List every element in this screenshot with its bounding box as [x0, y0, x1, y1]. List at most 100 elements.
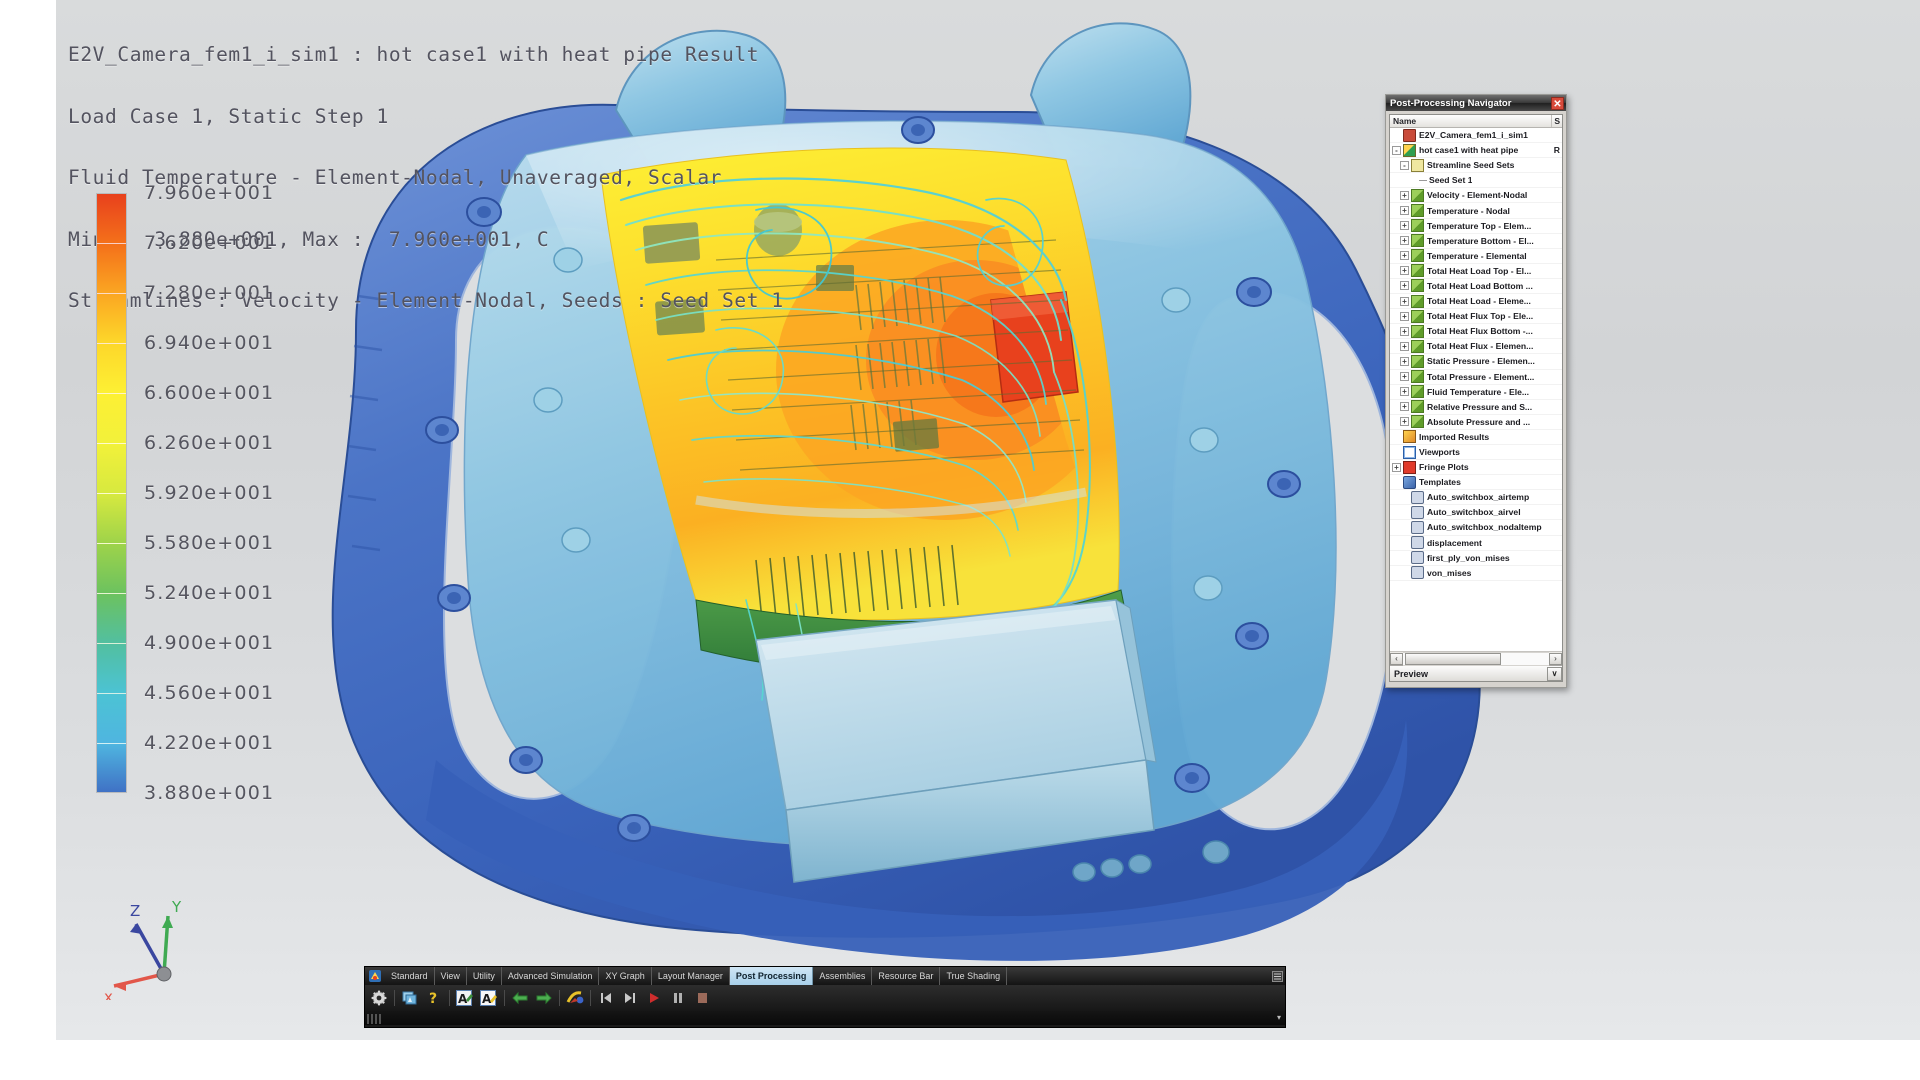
- toolbar-tab-post-processing[interactable]: Post Processing: [729, 967, 814, 985]
- expand-icon[interactable]: +: [1400, 190, 1409, 200]
- tree-item[interactable]: Imported Results: [1390, 430, 1562, 445]
- post-processing-navigator-window[interactable]: Post-Processing Navigator ✕ Name S E2V_C…: [1385, 94, 1567, 688]
- tree-item[interactable]: + Relative Pressure and S...: [1390, 400, 1562, 415]
- tree-item[interactable]: + Velocity - Element-Nodal: [1390, 188, 1562, 204]
- tree-item[interactable]: displacement: [1390, 536, 1562, 551]
- expand-icon[interactable]: +: [1400, 417, 1409, 427]
- tree-item[interactable]: + Static Pressure - Elemen...: [1390, 354, 1562, 370]
- tree-item[interactable]: + Fringe Plots: [1390, 460, 1562, 476]
- toolbar-tab-resource-bar[interactable]: Resource Bar: [872, 967, 941, 985]
- tree-item[interactable]: first_ply_von_mises: [1390, 551, 1562, 566]
- expand-icon[interactable]: +: [1400, 372, 1409, 382]
- stop-icon[interactable]: [690, 987, 714, 1009]
- expand-icon[interactable]: +: [1400, 281, 1409, 291]
- color-legend[interactable]: 7.960e+001 7.620e+001 7.280e+001 6.940e+001…: [96, 182, 326, 804]
- legend-band: [97, 294, 126, 344]
- tree-item[interactable]: + Temperature - Nodal: [1390, 203, 1562, 219]
- color-legend-bar[interactable]: [96, 193, 127, 793]
- tree-item[interactable]: Auto_switchbox_nodaltemp: [1390, 520, 1562, 536]
- toolbar-tab-assemblies[interactable]: Assemblies: [813, 967, 873, 985]
- expand-icon[interactable]: +: [1400, 206, 1409, 216]
- expand-icon[interactable]: +: [1400, 356, 1409, 366]
- annotation-edit-icon[interactable]: A: [453, 987, 477, 1009]
- annotation-new-icon[interactable]: A: [477, 987, 501, 1009]
- navigator-preview-section[interactable]: Preview ∨: [1390, 665, 1562, 681]
- expand-icon[interactable]: +: [1400, 251, 1409, 261]
- close-icon[interactable]: ✕: [1551, 96, 1564, 110]
- collapse-icon[interactable]: -: [1392, 145, 1401, 155]
- toolbar-icon-row[interactable]: ? A A: [365, 985, 1285, 1011]
- help-question-icon[interactable]: ?: [422, 987, 446, 1009]
- toolbar-tab-utility[interactable]: Utility: [467, 967, 502, 985]
- expand-icon[interactable]: +: [1400, 341, 1409, 351]
- tree-item[interactable]: + Total Heat Flux Top - Ele...: [1390, 309, 1562, 325]
- toolbar-tab-layout-manager[interactable]: Layout Manager: [652, 967, 730, 985]
- legend-band: [97, 694, 126, 744]
- scrollbar-thumb[interactable]: [1405, 652, 1501, 665]
- tree-item[interactable]: + Total Heat Load Bottom ...: [1390, 279, 1562, 295]
- expand-icon[interactable]: +: [1400, 326, 1409, 336]
- navigator-tree[interactable]: E2V_Camera_fem1_i_sim1- hot case1 with he…: [1390, 128, 1562, 651]
- tree-item[interactable]: Auto_switchbox_airtemp: [1390, 490, 1562, 506]
- scroll-left-icon[interactable]: ‹: [1390, 652, 1403, 665]
- toolbar-tab-view[interactable]: View: [435, 967, 467, 985]
- tree-item[interactable]: + Temperature Top - Elem...: [1390, 219, 1562, 234]
- tree-item[interactable]: + Total Heat Load - Eleme...: [1390, 294, 1562, 310]
- navigator-titlebar[interactable]: Post-Processing Navigator ✕: [1386, 95, 1566, 111]
- expand-icon[interactable]: +: [1400, 311, 1409, 321]
- tree-item[interactable]: Viewports: [1390, 445, 1562, 461]
- skip-to-end-icon[interactable]: [618, 987, 642, 1009]
- tree-item[interactable]: Seed Set 1: [1390, 173, 1562, 189]
- settings-gear-icon[interactable]: [367, 987, 391, 1009]
- toolbar-separator: [449, 990, 450, 1006]
- tree-item[interactable]: + Total Heat Load Top - El...: [1390, 264, 1562, 279]
- pause-icon[interactable]: [666, 987, 690, 1009]
- toolbar-options-icon[interactable]: [1269, 967, 1285, 985]
- expand-icon[interactable]: +: [1392, 462, 1401, 472]
- expand-icon[interactable]: +: [1400, 387, 1409, 397]
- graphics-viewport[interactable]: E2V_Camera_fem1_i_sim1 : hot case1 with …: [56, 0, 1920, 1040]
- solution-icon: [1403, 143, 1416, 157]
- tree-item[interactable]: + Total Pressure - Element...: [1390, 370, 1562, 385]
- column-divider[interactable]: [1551, 115, 1552, 127]
- tree-item[interactable]: + Absolute Pressure and ...: [1390, 415, 1562, 430]
- expand-icon[interactable]: +: [1400, 221, 1409, 231]
- navigator-column-header[interactable]: Name S: [1390, 115, 1562, 128]
- navigator-horizontal-scrollbar[interactable]: ‹ ›: [1390, 651, 1562, 666]
- template-icon: [1411, 566, 1424, 580]
- expand-icon[interactable]: +: [1400, 402, 1409, 412]
- tree-item[interactable]: - Streamline Seed Sets: [1390, 158, 1562, 174]
- tree-item[interactable]: + Total Heat Flux - Elemen...: [1390, 339, 1562, 355]
- tree-item[interactable]: von_mises: [1390, 566, 1562, 581]
- toolbar-tab-xy-graph[interactable]: XY Graph: [599, 967, 652, 985]
- skip-to-start-icon[interactable]: [594, 987, 618, 1009]
- previous-result-icon[interactable]: [508, 987, 532, 1009]
- tree-item[interactable]: + Temperature Bottom - El...: [1390, 234, 1562, 249]
- scrollbar-track[interactable]: [1403, 651, 1549, 666]
- toolbar-overflow-caret-icon[interactable]: ▾: [1277, 1013, 1281, 1022]
- collapse-icon[interactable]: -: [1400, 160, 1409, 170]
- seed-set-icon: [1419, 179, 1427, 181]
- tree-item[interactable]: + Fluid Temperature - Ele...: [1390, 385, 1562, 400]
- tree-item[interactable]: + Total Heat Flux Bottom -...: [1390, 324, 1562, 340]
- toolbar-tab-true-shading[interactable]: True Shading: [940, 967, 1008, 985]
- tree-item[interactable]: Auto_switchbox_airvel: [1390, 505, 1562, 521]
- tree-item[interactable]: E2V_Camera_fem1_i_sim1: [1390, 128, 1562, 144]
- tree-item[interactable]: Templates: [1390, 475, 1562, 491]
- toolbar-tab-row[interactable]: Standard View Utility Advanced Simulation XY…: [365, 967, 1285, 985]
- expand-icon[interactable]: +: [1400, 266, 1409, 276]
- chevron-down-icon[interactable]: ∨: [1547, 666, 1562, 681]
- toolbar-tab-advanced-simulation[interactable]: Advanced Simulation: [502, 967, 600, 985]
- toolbar-tab-standard[interactable]: Standard: [385, 967, 435, 985]
- expand-icon[interactable]: +: [1400, 236, 1409, 246]
- tree-item[interactable]: - hot case1 with heat pipe R: [1390, 143, 1562, 159]
- scroll-right-icon[interactable]: ›: [1549, 652, 1562, 665]
- bottom-toolbar[interactable]: Standard View Utility Advanced Simulation XY…: [364, 966, 1286, 1028]
- expand-icon[interactable]: +: [1400, 296, 1409, 306]
- play-icon[interactable]: [642, 987, 666, 1009]
- animation-setup-icon[interactable]: [563, 987, 587, 1009]
- tree-item[interactable]: + Temperature - Elemental: [1390, 249, 1562, 264]
- next-result-icon[interactable]: [532, 987, 556, 1009]
- toolbar-grip-handle[interactable]: [367, 1014, 381, 1024]
- new-plot-icon[interactable]: [398, 987, 422, 1009]
